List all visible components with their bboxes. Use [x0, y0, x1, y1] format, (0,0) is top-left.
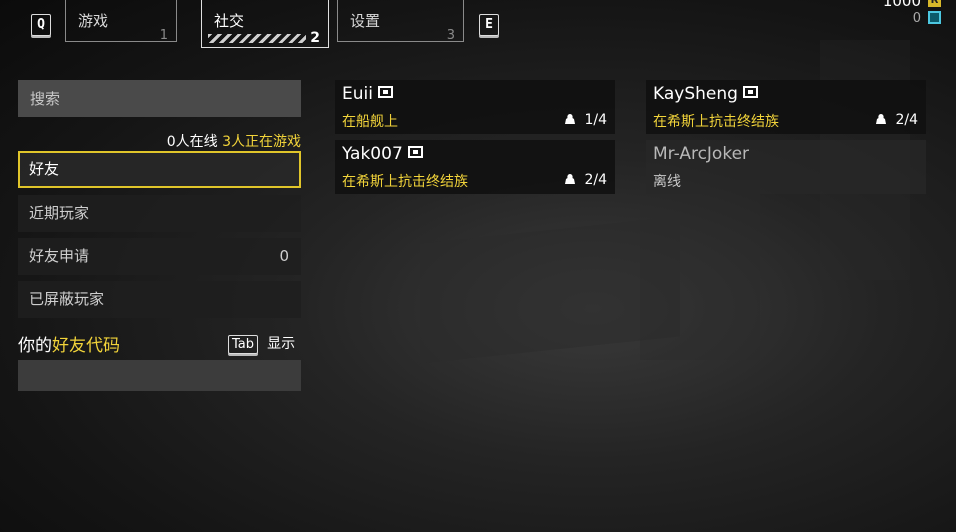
- bg-structure: [640, 180, 760, 360]
- primary-currency-value: 1000: [882, 0, 921, 10]
- sidebar-item-recent-players[interactable]: 近期玩家: [18, 195, 301, 232]
- friend-name: Euii: [342, 84, 393, 104]
- r-currency-icon: R: [928, 0, 941, 7]
- sidebar-item-label: 好友: [29, 160, 60, 178]
- pc-icon: [377, 86, 393, 98]
- tab-label: 社交: [214, 12, 245, 30]
- search-input[interactable]: [18, 80, 301, 117]
- pc-icon: [407, 146, 423, 158]
- tab-number: 2: [310, 30, 320, 46]
- online-count: 0人在线: [166, 134, 218, 150]
- party-size: 1/4: [564, 112, 607, 128]
- sidebar-item-friend-requests[interactable]: 好友申请 0: [18, 238, 301, 275]
- sidebar-item-label: 好友申请: [29, 247, 90, 265]
- friend-name: Mr-ArcJoker: [653, 144, 750, 164]
- friend-status: 在希斯上抗击终结族: [653, 114, 779, 130]
- friend-name: Yak007: [342, 144, 423, 164]
- tab-social[interactable]: 社交 2: [201, 0, 329, 48]
- sidebar-item-label: 近期玩家: [29, 204, 90, 222]
- coin-icon: [928, 11, 941, 24]
- party-size: 2/4: [564, 172, 607, 188]
- party-icon: [876, 114, 887, 124]
- friend-request-count: 0: [279, 247, 289, 265]
- active-tab-indicator: [208, 34, 306, 43]
- tab-number: 1: [159, 28, 168, 43]
- sidebar-item-blocked-players[interactable]: 已屏蔽玩家: [18, 281, 301, 318]
- tab-label: 设置: [350, 12, 381, 30]
- friend-status: 离线: [653, 174, 681, 190]
- tab-game[interactable]: 游戏 1: [65, 0, 177, 43]
- party-size: 2/4: [875, 112, 918, 128]
- party-icon: [565, 114, 576, 124]
- show-label: 显示: [267, 336, 296, 352]
- online-status: 0人在线 3人正在游戏: [167, 131, 301, 151]
- ingame-count: 3人正在游戏: [222, 134, 301, 150]
- friend-card[interactable]: Mr-ArcJoker 离线: [646, 140, 926, 194]
- prev-tab-key[interactable]: Q: [31, 14, 51, 36]
- next-tab-key[interactable]: E: [479, 14, 499, 36]
- friend-card[interactable]: Euii 在船舰上 1/4: [335, 80, 615, 134]
- friend-card[interactable]: Yak007 在希斯上抗击终结族 2/4: [335, 140, 615, 194]
- party-icon: [565, 174, 576, 184]
- friend-status: 在船舰上: [342, 114, 398, 130]
- tab-number: 3: [446, 28, 455, 43]
- friend-code-field[interactable]: [18, 360, 301, 391]
- friend-card[interactable]: KaySheng 在希斯上抗击终结族 2/4: [646, 80, 926, 134]
- friend-code-heading: 你的好友代码: [18, 331, 120, 356]
- friend-code-prefix: 你的: [18, 336, 52, 356]
- pc-icon: [742, 86, 758, 98]
- sidebar-item-label: 已屏蔽玩家: [29, 290, 105, 308]
- sidebar-item-friends[interactable]: 好友: [18, 151, 301, 188]
- friend-status: 在希斯上抗击终结族: [342, 174, 468, 190]
- secondary-currency-value: 0: [912, 11, 921, 26]
- tab-settings[interactable]: 设置 3: [337, 0, 464, 43]
- search-box[interactable]: [18, 80, 301, 117]
- tab-label: 游戏: [78, 12, 109, 30]
- tab-key-icon: Tab: [228, 335, 259, 354]
- show-code-hint[interactable]: Tab 显示: [228, 333, 295, 354]
- friend-code-highlight: 好友代码: [52, 336, 120, 356]
- friend-name: KaySheng: [653, 84, 758, 104]
